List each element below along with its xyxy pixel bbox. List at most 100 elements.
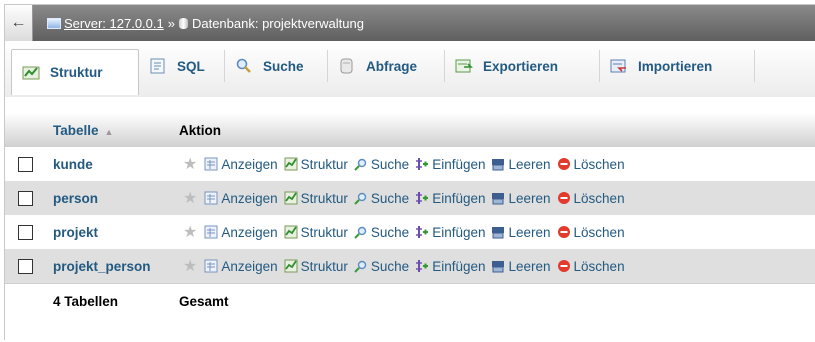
- action-label: Struktur: [300, 258, 348, 274]
- import-icon: [610, 59, 626, 73]
- action-label: Anzeigen: [221, 258, 278, 274]
- table-name-link[interactable]: projekt_person: [45, 259, 179, 274]
- favorite-star-icon[interactable]: ★: [183, 188, 197, 208]
- row-actions: ★ Anzeigen Struktur Suche Einfügen Leeren Lös…: [179, 188, 631, 208]
- action-insert-link[interactable]: Einfügen: [415, 191, 485, 206]
- action-search-link[interactable]: Suche: [354, 157, 409, 172]
- drop-icon: [557, 158, 570, 170]
- table-name-link[interactable]: projekt: [45, 225, 179, 240]
- drop-icon: [557, 260, 570, 272]
- favorite-star-icon[interactable]: ★: [183, 154, 197, 174]
- tab-abfrage[interactable]: Abfrage: [328, 50, 445, 82]
- search-icon: [354, 192, 367, 205]
- action-browse-link[interactable]: Anzeigen: [204, 258, 278, 274]
- action-label: Struktur: [300, 224, 348, 240]
- empty-table-icon: [492, 159, 505, 171]
- database-icon: [178, 17, 188, 29]
- action-structure-link[interactable]: Struktur: [284, 225, 348, 240]
- tab-struktur[interactable]: Struktur: [11, 49, 139, 95]
- browse-icon: [204, 259, 218, 273]
- breadcrumb-server-link[interactable]: Server: 127.0.0.1: [64, 16, 164, 31]
- action-label: Einfügen: [432, 258, 486, 274]
- action-label: Suche: [370, 156, 410, 172]
- action-browse-link[interactable]: Anzeigen: [204, 156, 278, 172]
- action-label: Anzeigen: [221, 156, 278, 172]
- breadcrumb-database[interactable]: Datenbank: projektverwaltung: [192, 16, 364, 31]
- action-label: Struktur: [300, 156, 348, 172]
- action-insert-link[interactable]: Einfügen: [415, 259, 485, 274]
- browse-icon: [204, 191, 218, 205]
- server-icon: [47, 17, 61, 29]
- action-label: Leeren: [508, 224, 551, 240]
- action-search-link[interactable]: Suche: [354, 259, 409, 274]
- action-label: Anzeigen: [221, 224, 278, 240]
- sort-by-table-header[interactable]: Tabelle ▲: [45, 123, 179, 138]
- action-drop-link[interactable]: Löschen: [557, 191, 625, 206]
- action-empty-table-link[interactable]: Leeren: [491, 191, 551, 206]
- action-structure-link[interactable]: Struktur: [284, 191, 348, 206]
- table-name-link[interactable]: person: [45, 191, 179, 206]
- action-insert-link[interactable]: Einfügen: [415, 225, 485, 240]
- search-icon: [354, 226, 367, 239]
- action-empty-table-link[interactable]: Leeren: [491, 224, 551, 240]
- row-checkbox[interactable]: [17, 190, 33, 206]
- action-label: Löschen: [573, 156, 625, 172]
- action-label: Anzeigen: [221, 190, 278, 206]
- browse-icon: [204, 225, 218, 239]
- tab-suche[interactable]: Suche: [225, 50, 328, 82]
- action-structure-link[interactable]: Struktur: [284, 157, 348, 172]
- action-drop-link[interactable]: Löschen: [557, 157, 625, 172]
- row-checkbox[interactable]: [17, 258, 33, 274]
- sort-asc-icon: ▲: [104, 126, 114, 137]
- action-label: Leeren: [508, 258, 551, 274]
- action-empty-table-link[interactable]: Leeren: [491, 258, 551, 274]
- action-browse-link[interactable]: Anzeigen: [204, 190, 278, 206]
- table-row: projekt ★ Anzeigen Struktur Suche Einfügen L…: [5, 215, 815, 249]
- insert-icon: [416, 192, 429, 204]
- action-label: Suche: [370, 258, 410, 274]
- sql-icon: [150, 58, 165, 74]
- action-label: Suche: [370, 190, 410, 206]
- row-checkbox[interactable]: [17, 224, 33, 240]
- action-column-header: Aktion: [179, 122, 221, 138]
- tab-exportieren[interactable]: Exportieren: [445, 50, 600, 82]
- favorite-star-icon[interactable]: ★: [183, 256, 197, 276]
- action-browse-link[interactable]: Anzeigen: [204, 224, 278, 240]
- table-row: projekt_person ★ Anzeigen Struktur Suche Ei…: [5, 249, 815, 283]
- drop-icon: [557, 226, 570, 238]
- insert-icon: [416, 158, 429, 170]
- export-icon: [455, 59, 473, 73]
- action-label: Löschen: [573, 258, 625, 274]
- action-drop-link[interactable]: Löschen: [557, 225, 625, 240]
- action-structure-link[interactable]: Struktur: [284, 259, 348, 274]
- insert-icon: [416, 226, 429, 238]
- table-header: Tabelle ▲ Aktion: [5, 113, 815, 147]
- tables-list: Tabelle ▲ Aktion kunde ★ Anzeigen Struktur…: [5, 113, 815, 319]
- table-name-link[interactable]: kunde: [45, 157, 179, 172]
- action-drop-link[interactable]: Löschen: [557, 259, 625, 274]
- search-icon: [236, 58, 251, 73]
- action-insert-link[interactable]: Einfügen: [415, 157, 485, 172]
- breadcrumb-separator: »: [167, 15, 175, 31]
- table-count: 4 Tabellen: [53, 294, 119, 309]
- tab-importieren[interactable]: Importieren: [600, 50, 755, 82]
- back-arrow-icon[interactable]: ←: [5, 5, 33, 41]
- total-label: Gesamt: [179, 294, 229, 309]
- action-label: Löschen: [573, 190, 625, 206]
- row-checkbox[interactable]: [17, 156, 33, 172]
- action-search-link[interactable]: Suche: [354, 191, 409, 206]
- search-icon: [354, 260, 367, 273]
- action-empty-table-link[interactable]: Leeren: [491, 156, 551, 172]
- structure-icon: [284, 191, 298, 205]
- empty-table-icon: [492, 227, 505, 239]
- action-search-link[interactable]: Suche: [354, 225, 409, 240]
- row-actions: ★ Anzeigen Struktur Suche Einfügen Leeren Lös…: [179, 154, 631, 174]
- action-label: Einfügen: [432, 190, 486, 206]
- action-label: Struktur: [300, 190, 348, 206]
- action-label: Leeren: [508, 156, 551, 172]
- row-actions: ★ Anzeigen Struktur Suche Einfügen Leeren Lös…: [179, 222, 631, 242]
- empty-table-icon: [492, 193, 505, 205]
- favorite-star-icon[interactable]: ★: [183, 222, 197, 242]
- action-label: Suche: [370, 224, 410, 240]
- tab-sql[interactable]: SQL: [139, 50, 225, 82]
